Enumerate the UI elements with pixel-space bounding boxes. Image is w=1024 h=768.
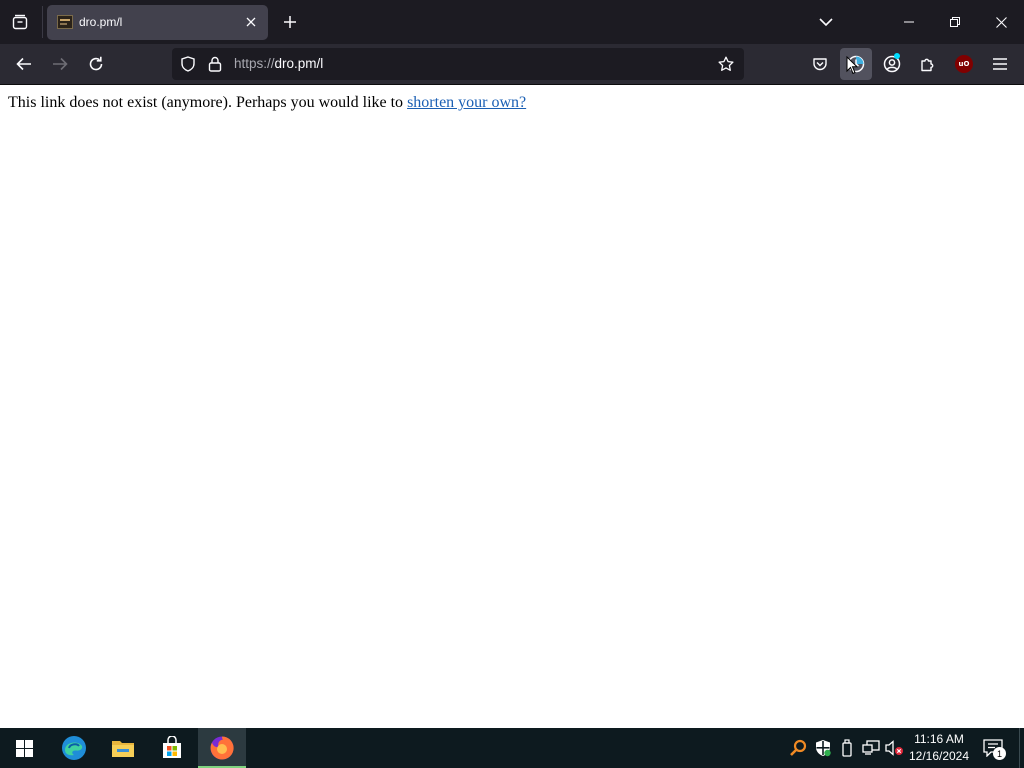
ublock-icon: uO <box>955 55 973 73</box>
tracking-protection-button[interactable] <box>180 56 196 72</box>
windows-start-icon <box>15 739 33 757</box>
url-bar[interactable]: https://dro.pm/l <box>172 48 744 80</box>
reload-button[interactable] <box>80 48 112 80</box>
taskbar-clock[interactable]: 11:16 AM 12/16/2024 <box>904 731 974 765</box>
page-content: This link does not exist (anymore). Perh… <box>0 86 1024 728</box>
taskbar-store[interactable] <box>148 728 196 768</box>
taskbar-file-explorer[interactable] <box>99 728 147 768</box>
shield-icon <box>181 56 195 72</box>
tab-title: dro.pm/l <box>79 15 123 29</box>
restore-button[interactable] <box>932 0 978 44</box>
tray-volume[interactable] <box>884 738 904 758</box>
list-all-tabs-button[interactable] <box>810 6 842 38</box>
clock-time: 11:16 AM <box>914 732 964 746</box>
window-close-icon <box>995 16 1007 28</box>
ublock-origin-button[interactable]: uO <box>948 48 980 80</box>
window-close-button[interactable] <box>978 0 1024 44</box>
account-button[interactable] <box>876 48 908 80</box>
account-status-dot <box>894 53 900 59</box>
tab-separator <box>42 6 43 38</box>
message-text: This link does not exist (anymore). Perh… <box>8 94 408 111</box>
notification-count: 1 <box>993 747 1006 760</box>
site-info-button[interactable] <box>207 56 223 72</box>
plus-icon <box>284 16 296 28</box>
url-host-path: dro.pm/l <box>274 56 324 71</box>
close-icon <box>246 17 256 27</box>
tray-network[interactable] <box>861 738 881 758</box>
edge-icon <box>62 736 86 760</box>
star-icon <box>718 56 734 71</box>
start-button[interactable] <box>0 728 48 768</box>
firefox-icon <box>210 736 234 760</box>
forward-button[interactable] <box>44 48 76 80</box>
security-shield-tray-icon <box>816 740 831 757</box>
title-bar: dro.pm/l <box>0 0 1024 44</box>
chevron-down-icon <box>819 18 833 27</box>
navigation-toolbar: https://dro.pm/l uO <box>0 44 1024 85</box>
bookmark-star-button[interactable] <box>714 52 738 76</box>
tab-close-button[interactable] <box>242 13 260 31</box>
network-tray-icon <box>862 740 880 755</box>
back-arrow-icon <box>16 57 31 71</box>
shorten-link[interactable]: shorten your own? <box>407 94 526 111</box>
lock-icon <box>208 56 222 72</box>
show-desktop-button[interactable] <box>1019 728 1024 768</box>
taskbar: 11:16 AM 12/16/2024 1 <box>0 728 1024 768</box>
extensions-button[interactable] <box>912 48 944 80</box>
tab-list-button[interactable] <box>4 6 36 38</box>
site-favicon <box>57 15 73 29</box>
tab-list-icon <box>12 14 28 30</box>
not-found-message: This link does not exist (anymore). Perh… <box>8 94 526 112</box>
search-tray-icon <box>790 739 807 756</box>
new-tab-button[interactable] <box>274 6 306 38</box>
mouse-cursor-icon <box>846 56 858 75</box>
pocket-button[interactable] <box>804 48 836 80</box>
minimize-button[interactable] <box>886 0 932 44</box>
store-icon <box>163 736 181 758</box>
forward-arrow-icon <box>53 57 68 71</box>
clock-date: 12/16/2024 <box>908 749 970 763</box>
notification-center-button[interactable]: 1 <box>980 736 1006 760</box>
hamburger-menu-icon <box>993 58 1007 70</box>
extensions-icon <box>921 58 934 72</box>
back-button[interactable] <box>8 48 40 80</box>
file-explorer-icon <box>112 741 134 757</box>
usb-tray-icon <box>842 739 852 757</box>
reload-icon <box>89 56 103 71</box>
pocket-icon <box>813 58 827 71</box>
tray-usb[interactable] <box>837 738 857 758</box>
tab-active[interactable]: dro.pm/l <box>47 5 268 40</box>
tray-search[interactable] <box>788 738 808 758</box>
minimize-icon <box>904 21 914 23</box>
restore-icon <box>950 17 960 27</box>
taskbar-edge[interactable] <box>50 728 98 768</box>
volume-muted-tray-icon <box>885 740 903 756</box>
url-text[interactable]: https://dro.pm/l <box>234 56 323 71</box>
url-scheme: https:// <box>234 56 275 71</box>
app-menu-button[interactable] <box>984 48 1016 80</box>
tray-security[interactable] <box>813 738 833 758</box>
taskbar-firefox[interactable] <box>198 728 246 768</box>
